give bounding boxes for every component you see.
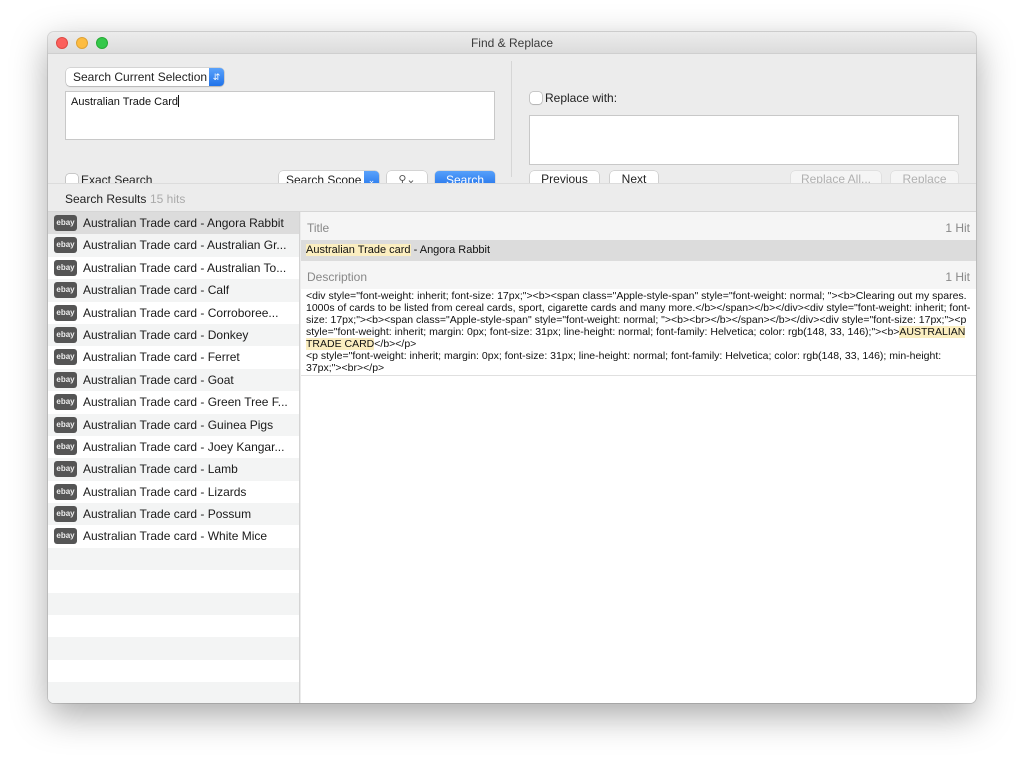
result-row-label: Australian Trade card - Australian To...	[83, 260, 287, 275]
ebay-badge-icon: ebay	[54, 438, 77, 455]
window-title: Find & Replace	[470, 36, 554, 50]
result-row-label: Australian Trade card - Green Tree F...	[83, 395, 288, 410]
result-row[interactable]: ebay Australian Trade card - Lizards	[48, 481, 299, 503]
empty-row	[48, 615, 299, 637]
up-down-chevron-icon: ⇵	[209, 68, 224, 86]
description-hit-count: 1 Hit	[945, 270, 970, 284]
result-row-label: Australian Trade card - Joey Kangar...	[83, 439, 285, 454]
empty-row	[48, 660, 299, 682]
result-row-label: Australian Trade card - Lamb	[83, 462, 238, 477]
panel-divider	[511, 61, 512, 177]
detail-pane: Title 1 Hit Australian Trade card - Ango…	[301, 212, 976, 703]
ebay-badge-icon: ebay	[54, 215, 77, 231]
empty-row	[48, 682, 299, 703]
find-replace-window: Find & Replace Search Current Selection …	[48, 32, 976, 703]
title-bar: Find & Replace	[48, 32, 976, 54]
result-row-label: Australian Trade card - Guinea Pigs	[83, 417, 274, 432]
result-row[interactable]: ebay Australian Trade card - White Mice	[48, 525, 299, 547]
result-row[interactable]: ebay Australian Trade card - Angora Rabbi…	[48, 212, 299, 235]
result-row[interactable]: ebay Australian Trade card - Corroboree..…	[48, 302, 299, 324]
results-title: Search Results	[65, 192, 147, 206]
result-row[interactable]: ebay Australian Trade card - Green Tree F…	[48, 391, 299, 413]
title-section-label: Title	[307, 221, 330, 235]
result-row[interactable]: ebay Australian Trade card - Ferret	[48, 346, 299, 368]
result-row[interactable]: ebay Australian Trade card - Possum	[48, 503, 299, 526]
empty-row	[48, 570, 299, 592]
ebay-badge-icon: ebay	[54, 326, 77, 343]
result-row[interactable]: ebay Australian Trade card - Australian G…	[48, 234, 299, 257]
result-row-label: Australian Trade card - Calf	[83, 283, 230, 298]
title-match-rest: - Angora Rabbit	[410, 244, 491, 256]
title-section-header: Title 1 Hit	[301, 212, 976, 240]
ebay-badge-icon: ebay	[54, 371, 77, 388]
description-text-line2: <p style="font-weight: inherit; margin: …	[306, 350, 942, 374]
description-section-label: Description	[307, 270, 368, 284]
result-row[interactable]: ebay Australian Trade card - Joey Kangar.…	[48, 436, 299, 458]
description-match-value[interactable]: <div style="font-weight: inherit; font-s…	[301, 289, 976, 376]
replace-with-checkbox[interactable]	[530, 92, 542, 104]
search-query-text: Australian Trade Card	[71, 96, 178, 108]
result-row-label: Australian Trade card - White Mice	[83, 529, 268, 544]
title-hit-count: 1 Hit	[945, 221, 970, 235]
search-query-input[interactable]: Australian Trade Card	[65, 91, 495, 140]
search-panel: Search Current Selection ⇵ Australian Tr…	[48, 55, 976, 189]
result-row[interactable]: ebay Australian Trade card - Goat	[48, 368, 299, 392]
description-text-after: </b></p>	[374, 338, 417, 350]
result-row-label: Australian Trade card - Goat	[83, 372, 234, 387]
result-row-label: Australian Trade card - Corroboree...	[83, 305, 279, 320]
ebay-badge-icon: ebay	[54, 349, 77, 366]
results-header: Search Results 15 hits	[48, 183, 976, 212]
result-row-label: Australian Trade card - Angora Rabbit	[83, 216, 284, 230]
result-row-label: Australian Trade card - Donkey	[83, 327, 249, 342]
title-match-highlight: Australian Trade card	[306, 244, 411, 256]
result-row[interactable]: ebay Australian Trade card - Lamb	[48, 458, 299, 481]
ebay-badge-icon: ebay	[54, 461, 77, 478]
results-count: 15 hits	[150, 192, 186, 206]
result-row[interactable]: ebay Australian Trade card - Donkey	[48, 323, 299, 347]
results-list: ebay Australian Trade card - Angora Rabbi…	[48, 212, 300, 703]
replace-input[interactable]	[529, 115, 959, 165]
text-caret	[178, 95, 179, 107]
result-row-label: Australian Trade card - Ferret	[83, 350, 240, 365]
result-row-label: Australian Trade card - Australian Gr...	[83, 238, 287, 253]
result-row[interactable]: ebay Australian Trade card - Guinea Pigs	[48, 413, 299, 436]
ebay-badge-icon: ebay	[54, 483, 77, 500]
ebay-badge-icon: ebay	[54, 237, 77, 254]
ebay-badge-icon: ebay	[54, 394, 77, 411]
ebay-badge-icon: ebay	[54, 506, 77, 523]
description-section-header: Description 1 Hit	[301, 261, 976, 289]
search-scope-select[interactable]: Search Current Selection ⇵	[66, 68, 224, 86]
ebay-badge-icon: ebay	[54, 528, 77, 545]
empty-row	[48, 547, 299, 571]
ebay-badge-icon: ebay	[54, 259, 77, 276]
replace-with-label: Replace with:	[545, 91, 618, 105]
result-row-label: Australian Trade card - Possum	[83, 507, 252, 522]
result-row[interactable]: ebay Australian Trade card - Calf	[48, 279, 299, 302]
ebay-badge-icon: ebay	[54, 416, 77, 433]
description-text-before: <div style="font-weight: inherit; font-s…	[306, 290, 971, 338]
ebay-badge-icon: ebay	[54, 304, 77, 321]
result-row-label: Australian Trade card - Lizards	[83, 484, 247, 499]
result-row[interactable]: ebay Australian Trade card - Australian T…	[48, 257, 299, 279]
empty-row	[48, 637, 299, 660]
empty-row	[48, 592, 299, 616]
scope-select-value: Search Current Selection	[73, 70, 208, 84]
ebay-badge-icon: ebay	[54, 282, 77, 299]
title-match-value[interactable]: Australian Trade card - Angora Rabbit	[301, 240, 976, 261]
